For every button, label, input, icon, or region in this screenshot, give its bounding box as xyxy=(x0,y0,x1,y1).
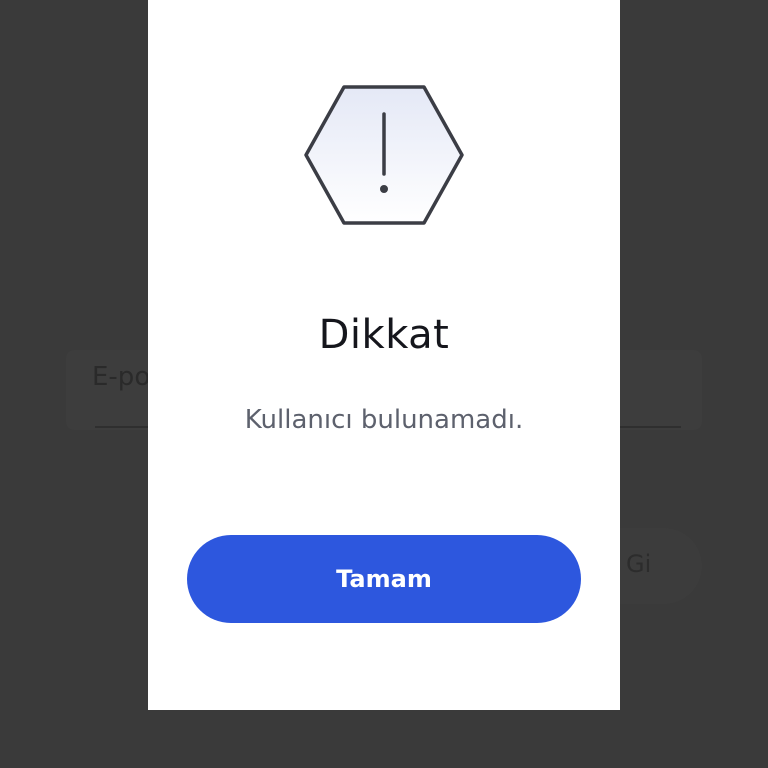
warning-hexagon-icon xyxy=(304,85,464,225)
email-field-placeholder: E-po xyxy=(92,362,151,392)
alert-dialog: Dikkat Kullanıcı bulunamadı. Tamam xyxy=(148,0,620,710)
login-button-label: Gi xyxy=(626,550,652,578)
dialog-title: Dikkat xyxy=(318,312,450,358)
ok-button[interactable]: Tamam xyxy=(187,535,581,623)
dialog-message: Kullanıcı bulunamadı. xyxy=(244,405,524,435)
